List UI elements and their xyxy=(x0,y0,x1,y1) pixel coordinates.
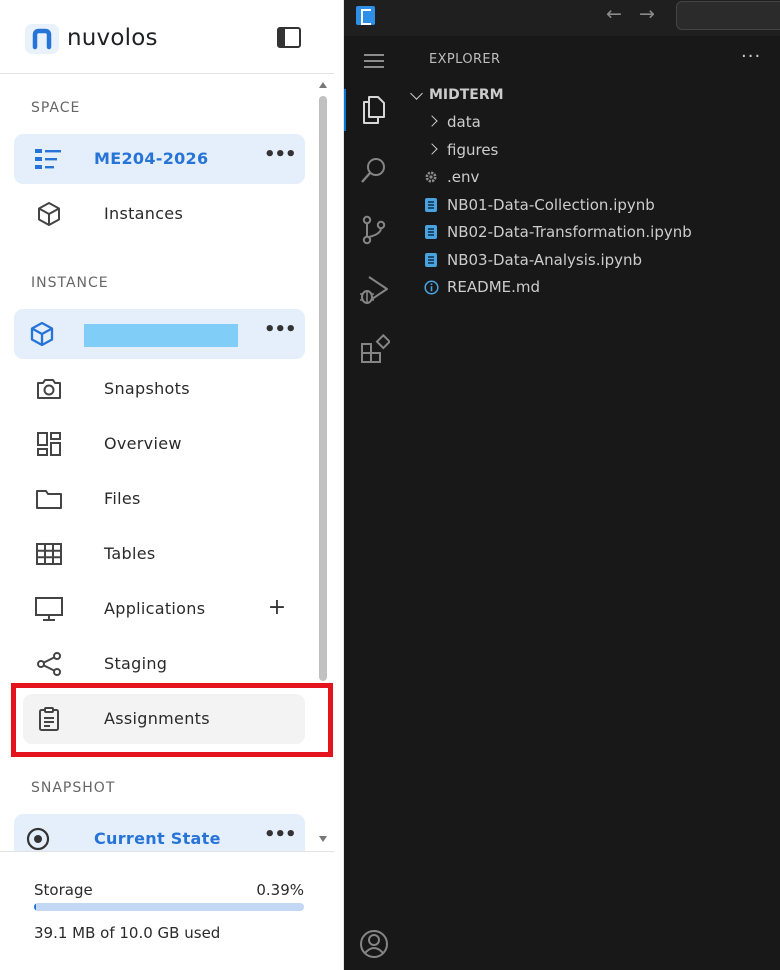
space-list-icon xyxy=(35,149,61,169)
sidebar-item-label: Staging xyxy=(104,654,168,673)
cube-icon xyxy=(38,202,60,226)
section-label-instance: INSTANCE xyxy=(31,275,109,291)
instance-name-redacted xyxy=(84,324,238,347)
sidebar-item-overview[interactable]: Overview xyxy=(14,419,305,469)
workspace-folder-row[interactable]: MIDTERM xyxy=(404,85,780,107)
command-center-search[interactable] xyxy=(676,1,780,30)
scroll-up-icon[interactable] xyxy=(319,82,327,88)
space-more-button[interactable]: ••• xyxy=(264,146,297,170)
tree-file-nb02[interactable]: NB02-Data-Transformation.ipynb xyxy=(404,219,780,245)
sidebar-item-label: Tables xyxy=(104,544,156,563)
share-icon xyxy=(37,652,61,676)
snapshot-item[interactable]: Current State ••• xyxy=(14,814,305,851)
sidebar-nav: SPACE ME204-2026 ••• Instances INSTANCE … xyxy=(0,75,334,851)
dashboard-icon xyxy=(37,432,61,456)
chevron-down-icon xyxy=(410,87,423,100)
storage-progress-fill xyxy=(34,903,37,911)
sidebar-item-applications[interactable]: Applications + xyxy=(14,584,305,634)
notebook-icon xyxy=(425,225,437,239)
tree-file-readme[interactable]: README.md xyxy=(404,274,780,300)
snapshot-more-button[interactable]: ••• xyxy=(264,826,297,850)
sidebar-item-label: Snapshots xyxy=(104,379,190,398)
tree-item-label: NB01-Data-Collection.ipynb xyxy=(447,196,655,214)
monitor-icon xyxy=(35,597,63,621)
tree-item-label: figures xyxy=(447,141,499,159)
nuvolos-sidebar: nuvolos SPACE ME204-2026 ••• Instances I… xyxy=(0,0,344,970)
sidebar-item-files[interactable]: Files xyxy=(14,474,305,524)
tree-item-label: data xyxy=(447,113,481,131)
storage-progress-bar xyxy=(34,903,304,911)
tree-item-label: NB03-Data-Analysis.ipynb xyxy=(447,251,643,269)
chevron-right-icon xyxy=(426,143,438,155)
activity-bar xyxy=(344,36,404,970)
space-item[interactable]: ME204-2026 ••• xyxy=(14,134,305,184)
tree-item-label: .env xyxy=(447,168,480,186)
scrollbar-thumb[interactable] xyxy=(319,96,327,681)
nuvolos-logo-icon[interactable] xyxy=(25,24,59,54)
section-label-space: SPACE xyxy=(31,100,81,116)
sidebar-toggle-icon[interactable] xyxy=(277,27,301,48)
tree-file-nb01[interactable]: NB01-Data-Collection.ipynb xyxy=(404,192,780,218)
vscode-title-bar: ← → xyxy=(344,0,780,36)
forward-arrow-icon[interactable]: → xyxy=(639,3,655,25)
sidebar-item-tables[interactable]: Tables xyxy=(14,529,305,579)
sidebar-header: nuvolos xyxy=(0,0,334,74)
explorer-title: EXPLORER xyxy=(429,52,501,67)
sidebar-item-assignments[interactable]: Assignments xyxy=(23,694,305,744)
sidebar-item-snapshots[interactable]: Snapshots xyxy=(14,364,305,414)
extensions-icon[interactable] xyxy=(358,334,390,366)
tree-file-env[interactable]: .env xyxy=(404,164,780,190)
tree-item-label: README.md xyxy=(447,278,541,296)
notebook-icon xyxy=(425,198,437,212)
workspace-folder-name: MIDTERM xyxy=(429,87,504,103)
back-arrow-icon[interactable]: ← xyxy=(606,3,622,25)
run-debug-icon[interactable] xyxy=(358,274,390,306)
sidebar-item-label: Assignments xyxy=(104,709,210,728)
instance-more-button[interactable]: ••• xyxy=(264,321,297,345)
sidebar-scrollbar[interactable] xyxy=(316,78,330,848)
space-name: ME204-2026 xyxy=(94,149,209,168)
table-icon xyxy=(36,543,62,565)
active-indicator xyxy=(344,89,346,131)
clipboard-icon xyxy=(39,707,59,731)
snapshot-name: Current State xyxy=(94,829,221,848)
record-icon xyxy=(26,827,50,851)
scroll-down-icon[interactable] xyxy=(319,836,327,842)
account-icon[interactable] xyxy=(358,928,390,960)
sidebar-item-label: Instances xyxy=(104,204,184,223)
tree-file-nb03[interactable]: NB03-Data-Analysis.ipynb xyxy=(404,247,780,273)
sidebar-item-label: Overview xyxy=(104,434,182,453)
sidebar-item-staging[interactable]: Staging xyxy=(14,639,305,689)
tree-item-label: NB02-Data-Transformation.ipynb xyxy=(447,223,692,241)
files-icon[interactable] xyxy=(358,94,390,126)
tree-folder-data[interactable]: data xyxy=(404,109,780,135)
chevron-right-icon xyxy=(426,115,438,127)
search-icon[interactable] xyxy=(358,154,390,186)
notebook-icon xyxy=(425,253,437,267)
storage-footer: Storage 0.39% 39.1 MB of 10.0 GB used xyxy=(0,851,334,970)
brand-name: nuvolos xyxy=(67,25,158,51)
vscode-logo-icon xyxy=(356,6,375,25)
tree-folder-figures[interactable]: figures xyxy=(404,137,780,163)
explorer-panel: EXPLORER ··· MIDTERM data figures .env N… xyxy=(404,36,780,970)
storage-used-text: 39.1 MB of 10.0 GB used xyxy=(34,924,221,942)
hamburger-menu-icon[interactable] xyxy=(358,45,390,77)
add-application-button[interactable]: + xyxy=(267,595,287,621)
storage-percent: 0.39% xyxy=(256,881,304,899)
storage-label: Storage xyxy=(34,881,93,899)
source-control-icon[interactable] xyxy=(358,214,390,246)
folder-icon xyxy=(36,490,62,509)
info-icon xyxy=(424,280,439,295)
sidebar-item-label: Files xyxy=(104,489,141,508)
sidebar-item-label: Applications xyxy=(104,599,206,618)
cube-icon xyxy=(30,322,54,346)
explorer-more-button[interactable]: ··· xyxy=(741,46,761,67)
section-label-snapshot: SNAPSHOT xyxy=(31,780,116,796)
camera-icon xyxy=(37,379,61,399)
gear-icon xyxy=(425,171,437,183)
sidebar-item-instances[interactable]: Instances xyxy=(14,189,305,239)
instance-item[interactable]: ••• xyxy=(14,309,305,359)
